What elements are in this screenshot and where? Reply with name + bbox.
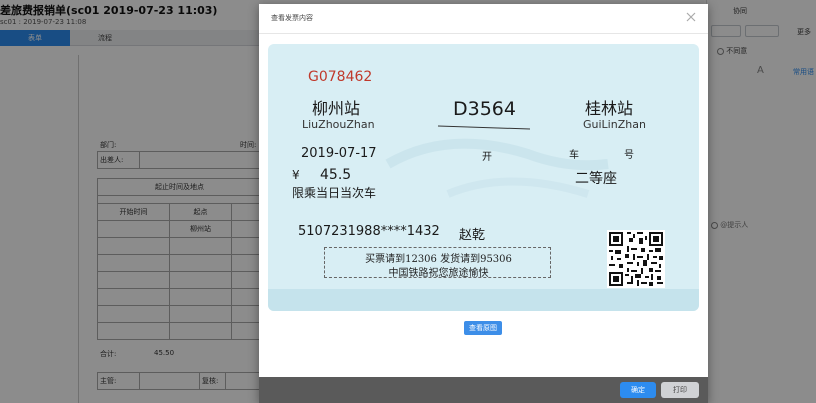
qr-code-icon: [607, 230, 665, 288]
print-button[interactable]: 打印: [661, 382, 699, 398]
travel-date: 2019-07-17: [301, 146, 377, 161]
from-station: 柳州站: [312, 99, 361, 118]
passenger-id: 5107231988****1432: [298, 224, 440, 239]
modal-title: 查看发票内容: [271, 14, 313, 22]
modal-footer: 确定 打印: [259, 377, 708, 403]
close-icon[interactable]: [684, 10, 698, 24]
modal-header: 查看发票内容: [259, 4, 708, 34]
notice-line-1: 买票请到12306 发货请到95306: [365, 254, 512, 265]
seat-char: 号: [624, 150, 634, 161]
ticket-code: G078462: [308, 69, 373, 85]
ticket-price: 45.5: [320, 167, 352, 183]
seat-class: 二等座: [575, 171, 617, 187]
notice-line-2: 中国铁路祝您旅途愉快: [388, 268, 489, 279]
view-original-button[interactable]: 查看原图: [464, 321, 502, 335]
to-station: 桂林站: [585, 99, 634, 118]
passenger-name: 赵乾: [459, 228, 486, 243]
train-number: D3564: [453, 98, 516, 120]
currency-symbol: ¥: [292, 168, 300, 182]
train-ticket: G078462 柳州站 LiuZhouZhan D3564 桂林站 GuiLin…: [268, 44, 699, 311]
ticket-wave: [268, 289, 699, 311]
to-station-en: GuiLinZhan: [583, 118, 646, 131]
ticket-notice: 买票请到12306 发货请到95306 中国铁路祝您旅途愉快: [324, 247, 551, 279]
from-station-en: LiuZhouZhan: [302, 118, 375, 131]
ok-button[interactable]: 确定: [620, 382, 656, 398]
depart-char: 开: [482, 152, 492, 163]
car-char: 车: [569, 150, 579, 161]
limit-text: 限乘当日当次车: [292, 186, 377, 200]
invoice-modal: 查看发票内容 G078462 柳州站 LiuZhouZhan D3564 桂林站…: [259, 4, 708, 403]
